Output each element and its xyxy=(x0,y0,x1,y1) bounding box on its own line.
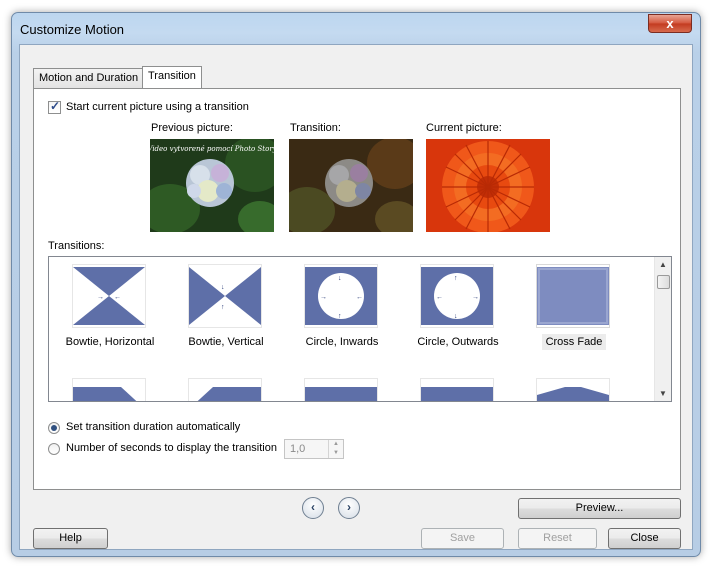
transition-name: Bowtie, Vertical xyxy=(188,336,264,348)
transitions-scrollbar[interactable]: ▲ ▼ xyxy=(654,257,671,401)
scroll-down-icon[interactable]: ▼ xyxy=(659,389,667,398)
customize-motion-dialog: Customize Motion x Motion and Duration T… xyxy=(11,12,701,557)
cross-fade-icon xyxy=(536,264,610,328)
svg-text:←: ← xyxy=(356,294,363,301)
bowtie-horizontal-icon: → ← xyxy=(72,264,146,328)
transition-circle-inwards[interactable]: ↓ ↑ → ← Circle, Inwards xyxy=(284,260,400,356)
window-close-button[interactable]: x xyxy=(648,14,692,33)
transition-thumbnail-icon xyxy=(72,378,146,401)
transition-circle-outwards[interactable]: ↑ ↓ ← → Circle, Outwards xyxy=(400,260,516,356)
auto-duration-radio[interactable] xyxy=(48,422,60,434)
reset-button[interactable]: Reset xyxy=(518,528,597,549)
scroll-up-icon[interactable]: ▲ xyxy=(659,260,667,269)
previous-picture-image: Video vytvorené pomocí Photo Story xyxy=(140,136,285,237)
transitions-label: Transitions: xyxy=(48,240,105,252)
tab-transition[interactable]: Transition xyxy=(142,66,202,88)
svg-text:→: → xyxy=(97,294,104,301)
svg-text:↑: ↑ xyxy=(454,275,458,282)
transition-row2-item[interactable] xyxy=(284,374,400,401)
circle-outwards-icon: ↑ ↓ ← → xyxy=(420,264,494,328)
transition-thumbnail-icon xyxy=(304,378,378,401)
svg-text:→: → xyxy=(472,294,479,301)
dialog-client-area: Motion and Duration Transition Start cur… xyxy=(19,44,693,550)
svg-text:←: ← xyxy=(114,294,121,301)
manual-duration-label: Number of seconds to display the transit… xyxy=(66,442,277,454)
stepper-down-icon[interactable]: ▼ xyxy=(329,449,343,458)
scrollbar-thumb[interactable] xyxy=(657,275,670,289)
seconds-stepper[interactable]: 1,0 ▲ ▼ xyxy=(284,439,344,459)
svg-text:→: → xyxy=(320,294,327,301)
transition-row2-item[interactable] xyxy=(400,374,516,401)
svg-text:↓: ↓ xyxy=(454,313,458,320)
help-button[interactable]: Help xyxy=(33,528,108,549)
bowtie-vertical-icon: ↓ ↑ xyxy=(188,264,262,328)
previous-picture-label: Previous picture: xyxy=(151,122,233,134)
save-button[interactable]: Save xyxy=(421,528,504,549)
transitions-list[interactable]: → ← Bowtie, Horizontal ↓ ↑ Bowtie, Verti… xyxy=(48,256,672,402)
transition-bowtie-vertical[interactable]: ↓ ↑ Bowtie, Vertical xyxy=(168,260,284,356)
transition-cross-fade[interactable]: Cross Fade xyxy=(516,260,632,356)
transition-thumbnail-icon xyxy=(188,378,262,401)
circle-inwards-icon: ↓ ↑ → ← xyxy=(304,264,378,328)
transition-preview-label: Transition: xyxy=(290,122,341,134)
transition-bowtie-horizontal[interactable]: → ← Bowtie, Horizontal xyxy=(52,260,168,356)
previous-picture-button[interactable]: ‹ xyxy=(302,497,324,519)
current-picture-image xyxy=(426,139,550,233)
transition-row2-item[interactable] xyxy=(52,374,168,401)
preview-button[interactable]: Preview... xyxy=(518,498,681,519)
transition-thumbnail-icon xyxy=(536,378,610,401)
next-picture-button[interactable]: › xyxy=(338,497,360,519)
transition-preview-image xyxy=(279,137,423,237)
title-bar[interactable]: Customize Motion x xyxy=(12,13,700,45)
stepper-up-icon[interactable]: ▲ xyxy=(329,440,343,449)
window-title: Customize Motion xyxy=(20,22,125,37)
close-button[interactable]: Close xyxy=(608,528,681,549)
transition-name: Cross Fade xyxy=(516,334,632,350)
tab-motion-and-duration[interactable]: Motion and Duration xyxy=(33,68,145,88)
current-picture-label: Current picture: xyxy=(426,122,502,134)
transition-row2-item[interactable] xyxy=(516,374,632,401)
transition-name: Circle, Inwards xyxy=(305,336,379,348)
svg-text:↑: ↑ xyxy=(221,304,225,311)
transition-tab-panel: Start current picture using a transition… xyxy=(33,88,681,490)
transition-thumbnail-icon xyxy=(420,378,494,401)
svg-text:↓: ↓ xyxy=(221,284,225,291)
svg-text:↑: ↑ xyxy=(338,313,342,320)
transition-row2-item[interactable] xyxy=(168,374,284,401)
svg-text:↓: ↓ xyxy=(338,275,342,282)
transition-name: Circle, Outwards xyxy=(417,336,499,348)
manual-duration-radio[interactable] xyxy=(48,443,60,455)
svg-text:←: ← xyxy=(436,294,443,301)
seconds-value: 1,0 xyxy=(290,443,306,455)
transition-name: Bowtie, Horizontal xyxy=(65,336,155,348)
start-with-transition-label: Start current picture using a transition xyxy=(66,101,249,113)
auto-duration-label: Set transition duration automatically xyxy=(66,421,241,433)
start-with-transition-checkbox[interactable] xyxy=(48,99,61,114)
photo-overlay-text: Video vytvorené pomocí Photo Story xyxy=(150,145,274,153)
